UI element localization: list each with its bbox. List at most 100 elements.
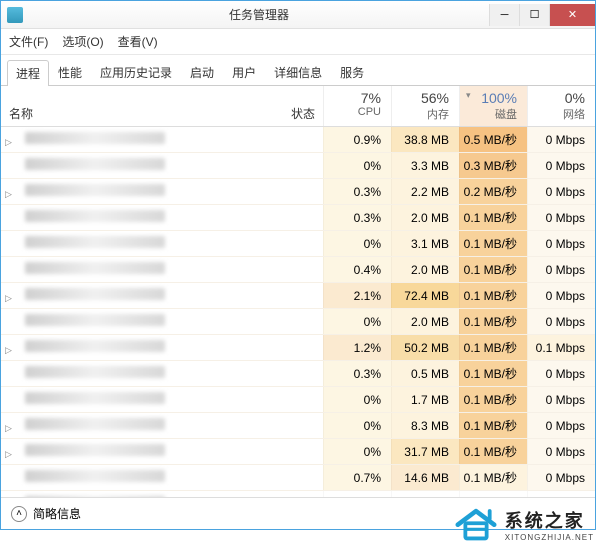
tab-details[interactable]: 详细信息 (265, 59, 331, 85)
titlebar[interactable]: 任务管理器 ─ ☐ ✕ (1, 1, 595, 29)
process-name-blurred (25, 314, 165, 326)
cell-mem: 2.0 MB (391, 205, 459, 230)
process-name-cell: ▷ (1, 444, 323, 459)
tab-app-history[interactable]: 应用历史记录 (91, 59, 181, 85)
table-row[interactable]: 0%3.3 MB0.3 MB/秒0 Mbps (1, 153, 595, 179)
cell-mem: 2.0 MB (391, 309, 459, 334)
tab-services[interactable]: 服务 (331, 59, 373, 85)
table-row[interactable]: 0.3%2.0 MB0.1 MB/秒0 Mbps (1, 205, 595, 231)
table-row[interactable]: ▷2.1%72.4 MB0.1 MB/秒0 Mbps (1, 283, 595, 309)
cell-mem: 31.7 MB (391, 439, 459, 464)
column-headers: 名称 状态 7% CPU 56% 内存 100% 磁盘 0% 网络 (1, 86, 595, 127)
cell-disk: 0.1 MB/秒 (459, 465, 527, 490)
cpu-label: CPU (328, 106, 381, 118)
cell-disk: 0.1 MB/秒 (459, 387, 527, 412)
tab-bar: 进程 性能 应用历史记录 启动 用户 详细信息 服务 (1, 55, 595, 86)
cell-disk: 0.1 MB/秒 (459, 413, 527, 438)
cell-net: 0 Mbps (527, 465, 595, 490)
cell-mem: 14.6 MB (391, 465, 459, 490)
tab-performance[interactable]: 性能 (49, 59, 91, 85)
table-row[interactable]: 0.7%14.6 MB0.1 MB/秒0 Mbps (1, 465, 595, 491)
table-row[interactable]: 0%2.0 MB0.1 MB/秒0 Mbps (1, 309, 595, 335)
process-name-blurred (25, 392, 165, 404)
cell-mem: 3.3 MB (391, 153, 459, 178)
tab-startup[interactable]: 启动 (181, 59, 223, 85)
process-name-blurred (25, 444, 165, 456)
expand-icon[interactable]: ▷ (5, 137, 12, 148)
process-name-blurred (25, 340, 165, 352)
col-cpu[interactable]: 7% CPU (323, 86, 391, 126)
process-name-blurred (25, 288, 165, 300)
tab-processes[interactable]: 进程 (7, 60, 49, 86)
cell-net: 0 Mbps (527, 361, 595, 386)
table-row[interactable]: 0%3.1 MB0.1 MB/秒0 Mbps (1, 231, 595, 257)
cell-disk: 0.1 MB/秒 (459, 205, 527, 230)
cell-disk: 0.1 MB/秒 (459, 309, 527, 334)
process-name-cell: ▷ (1, 340, 323, 355)
table-row[interactable]: 0.4%2.0 MB0.1 MB/秒0 Mbps (1, 257, 595, 283)
cell-cpu: 0% (323, 231, 391, 256)
process-name-cell: ▷ (1, 132, 323, 147)
expand-icon[interactable]: ▷ (5, 189, 12, 200)
process-name-cell (1, 158, 323, 173)
brief-info-button[interactable]: 简略信息 (33, 505, 81, 522)
expand-icon[interactable]: ▷ (5, 293, 12, 304)
menu-file[interactable]: 文件(F) (9, 33, 48, 50)
cell-cpu: 0.3% (323, 361, 391, 386)
network-percent: 0% (532, 90, 585, 106)
cell-cpu: 0.4% (323, 257, 391, 282)
cell-net: 0 Mbps (527, 205, 595, 230)
disk-percent: 100% (464, 90, 517, 106)
expand-icon[interactable]: ▷ (5, 449, 12, 460)
cell-net: 0 Mbps (527, 439, 595, 464)
process-name-cell (1, 262, 323, 277)
col-status-label: 状态 (291, 105, 315, 122)
expand-icon[interactable]: ▷ (5, 345, 12, 356)
col-name[interactable]: 名称 状态 (1, 86, 323, 126)
collapse-icon[interactable]: ˄ (11, 506, 27, 522)
process-name-blurred (25, 158, 165, 170)
table-row[interactable]: 0%1.7 MB0.1 MB/秒0 Mbps (1, 387, 595, 413)
cell-net: 0 Mbps (527, 127, 595, 152)
table-row[interactable]: ▷0%31.7 MB0.1 MB/秒0 Mbps (1, 439, 595, 465)
cell-disk: 0.3 MB/秒 (459, 153, 527, 178)
table-row[interactable]: ▷0%8.3 MB0.1 MB/秒0 Mbps (1, 413, 595, 439)
close-button[interactable]: ✕ (549, 4, 595, 26)
table-row[interactable]: 0.3%0.5 MB0.1 MB/秒0 Mbps (1, 361, 595, 387)
cell-net: 0 Mbps (527, 179, 595, 204)
cell-disk: 0.1 MB/秒 (459, 439, 527, 464)
process-name-cell (1, 236, 323, 251)
watermark-url: XITONGZHIJIA.NET (505, 533, 594, 542)
cell-mem: 50.2 MB (391, 335, 459, 360)
col-memory[interactable]: 56% 内存 (391, 86, 459, 126)
table-row[interactable]: ▷1.2%50.2 MB0.1 MB/秒0.1 Mbps (1, 335, 595, 361)
cell-mem: 2.0 MB (391, 257, 459, 282)
menubar: 文件(F) 选项(O) 查看(V) (1, 29, 595, 55)
tab-users[interactable]: 用户 (223, 59, 265, 85)
table-row[interactable]: ▷0.3%2.2 MB0.2 MB/秒0 Mbps (1, 179, 595, 205)
process-name-cell (1, 470, 323, 485)
process-rows[interactable]: ▷0.9%38.8 MB0.5 MB/秒0 Mbps0%3.3 MB0.3 MB… (1, 127, 595, 507)
cell-cpu: 0.9% (323, 127, 391, 152)
app-icon (7, 7, 23, 23)
cell-mem: 3.1 MB (391, 231, 459, 256)
menu-view[interactable]: 查看(V) (118, 33, 158, 50)
window-controls: ─ ☐ ✕ (489, 4, 595, 26)
col-disk[interactable]: 100% 磁盘 (459, 86, 527, 126)
minimize-button[interactable]: ─ (489, 4, 519, 26)
process-name-blurred (25, 470, 165, 482)
cell-mem: 72.4 MB (391, 283, 459, 308)
cell-cpu: 0% (323, 153, 391, 178)
maximize-button[interactable]: ☐ (519, 4, 549, 26)
cell-mem: 0.5 MB (391, 361, 459, 386)
menu-options[interactable]: 选项(O) (62, 33, 103, 50)
cell-disk: 0.1 MB/秒 (459, 283, 527, 308)
table-row[interactable]: ▷0.9%38.8 MB0.5 MB/秒0 Mbps (1, 127, 595, 153)
cell-net: 0 Mbps (527, 387, 595, 412)
cell-net: 0 Mbps (527, 309, 595, 334)
cell-disk: 0.1 MB/秒 (459, 335, 527, 360)
cell-cpu: 0% (323, 387, 391, 412)
cell-cpu: 1.2% (323, 335, 391, 360)
col-network[interactable]: 0% 网络 (527, 86, 595, 126)
expand-icon[interactable]: ▷ (5, 423, 12, 434)
